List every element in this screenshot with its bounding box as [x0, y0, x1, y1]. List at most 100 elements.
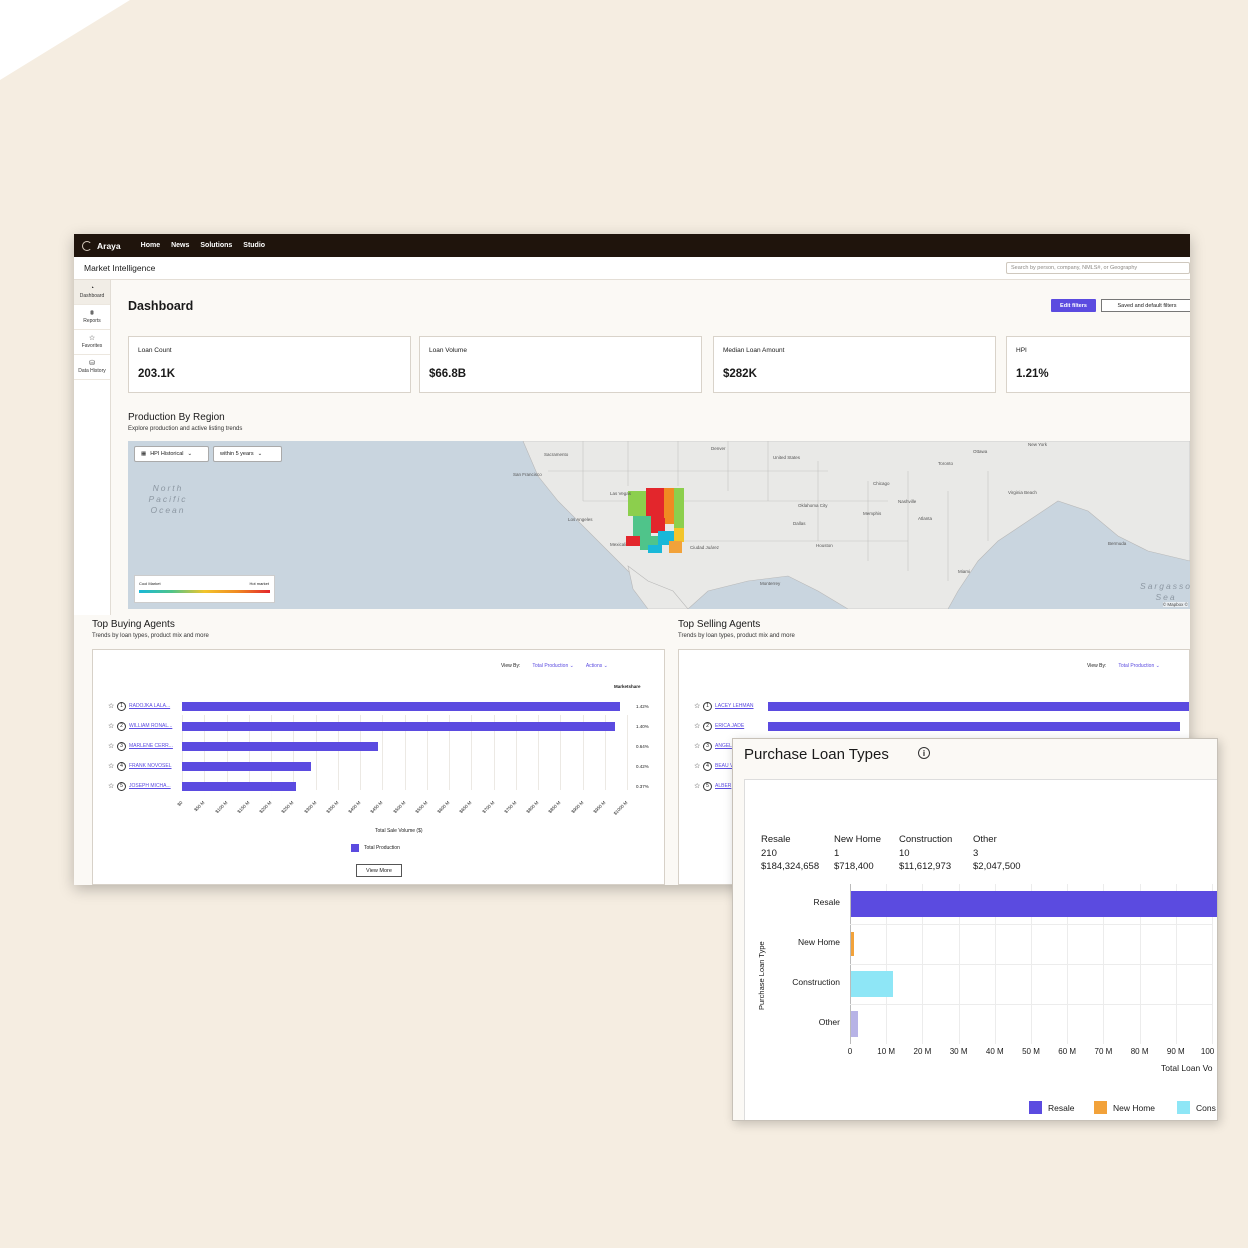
grid-line [627, 715, 628, 790]
favorite-star-icon[interactable]: ☆ [108, 722, 117, 730]
brand-logo[interactable]: Araya [82, 240, 121, 251]
loan-type-bar[interactable] [851, 971, 894, 997]
nav-solutions[interactable]: Solutions [200, 242, 232, 249]
purchase-loan-chart: Purchase Loan Type Total Loan Vo Resale 2… [744, 779, 1217, 1120]
rank-badge: 2 [117, 721, 126, 731]
x-tick-label: $100 M [213, 800, 229, 815]
map-label: San Francisco [513, 472, 542, 477]
map-label: Los Angeles [568, 517, 593, 522]
page-title: Dashboard [128, 299, 194, 313]
agent-bar[interactable] [182, 762, 312, 771]
buying-agents-panel: View By: Total Production ⌄ Actions ⌄ Ma… [92, 649, 665, 885]
purchase-loan-types-card: Purchase Loan Types i Purchase Loan Type… [732, 738, 1218, 1121]
legend-swatch [1029, 1101, 1042, 1114]
agent-name-link[interactable]: MARLENE CERR... [129, 743, 181, 749]
x-tick-label: $900 M [569, 800, 585, 815]
map-label: New York [1028, 442, 1048, 447]
favorite-star-icon[interactable]: ☆ [694, 782, 703, 790]
nav-studio[interactable]: Studio [243, 242, 265, 249]
agent-bar[interactable] [182, 742, 379, 751]
rank-badge: 4 [703, 761, 712, 771]
chevron-down-icon: ⌄ [187, 451, 193, 457]
sidebar-item-dashboard[interactable]: ◔ Dashboard [74, 280, 110, 305]
view-by-label: View By: [501, 663, 521, 669]
actions-dropdown[interactable]: Actions ⌄ [586, 663, 608, 669]
map-label: Toronto [938, 461, 954, 466]
x-tick-label: $700 M [480, 800, 496, 815]
summary-column: Other 3 $2,047,500 [973, 833, 1021, 874]
sidebar-item-reports[interactable]: ⩩ Reports [74, 305, 110, 330]
agent-bar[interactable] [182, 782, 296, 791]
map-attribution[interactable]: © Mapbox © [1162, 602, 1188, 607]
summary-count: 1 [834, 847, 840, 859]
search-input[interactable]: Search by person, company, NMLS#, or Geo… [1006, 262, 1190, 274]
loan-type-bar[interactable] [851, 891, 1217, 917]
map-label: Ottawa [973, 449, 988, 454]
loan-type-bar[interactable] [851, 1011, 859, 1037]
buying-title: Top Buying Agents [92, 619, 175, 630]
x-tick-label: $800 M [525, 800, 540, 815]
loan-type-bar[interactable] [851, 932, 854, 956]
agent-bar[interactable] [182, 702, 621, 711]
view-by-dropdown[interactable]: Total Production ⌄ [532, 663, 573, 669]
summary-volume: $718,400 [834, 861, 874, 872]
legend-item[interactable]: Resale [1029, 1101, 1074, 1114]
favorite-star-icon[interactable]: ☆ [694, 722, 703, 730]
summary-volume: $2,047,500 [973, 861, 1021, 872]
x-tick-label: 60 M [1058, 1047, 1077, 1056]
map-label: Dallas [793, 521, 806, 526]
agent-name-link[interactable]: JOSEPH MICHA... [129, 783, 181, 789]
favorite-star-icon[interactable]: ☆ [694, 762, 703, 770]
legend-high-label: Hot market [249, 581, 269, 586]
view-more-button[interactable]: View More [356, 864, 402, 877]
kpi-loan-count: Loan Count 203.1K [128, 336, 411, 393]
x-axis-label: Total Loan Vo [1161, 1063, 1213, 1073]
araya-logo-icon [82, 240, 92, 251]
edit-filters-button[interactable]: Edit filters [1051, 299, 1096, 312]
x-tick-label: $750 M [503, 800, 518, 815]
agent-bar[interactable] [182, 722, 615, 731]
kpi-label: HPI [1016, 347, 1027, 354]
agent-name-link[interactable]: RADOJKA LALA... [129, 703, 181, 709]
summary-count: 210 [761, 847, 777, 859]
favorite-star-icon[interactable]: ☆ [108, 762, 117, 770]
region-map[interactable]: ▦ HPI Historical ⌄ within 5 years ⌄ Nort… [128, 441, 1190, 609]
legend-item[interactable]: Cons [1177, 1101, 1216, 1114]
info-icon[interactable]: i [918, 747, 930, 759]
favorite-star-icon[interactable]: ☆ [108, 742, 117, 750]
time-range-dropdown[interactable]: within 5 years ⌄ [213, 446, 282, 462]
agent-bar[interactable] [768, 702, 1189, 711]
rank-badge: 4 [117, 761, 126, 771]
map-icon: ▦ [141, 451, 147, 457]
sidebar-item-favorites[interactable]: ☆ Favorites [74, 330, 110, 355]
agent-name-link[interactable]: FRANK NOVOSEL [129, 763, 181, 769]
x-tick-label: 100 M [1200, 1047, 1217, 1056]
x-tick-label: 0 [847, 1047, 853, 1056]
map-label: Denver [711, 446, 726, 451]
favorite-star-icon[interactable]: ☆ [694, 742, 703, 750]
hpi-metric-dropdown[interactable]: ▦ HPI Historical ⌄ [134, 446, 209, 462]
agent-name-link[interactable]: LACEY LEHMAN [715, 703, 767, 709]
legend-item[interactable]: New Home [1094, 1101, 1155, 1114]
summary-name: Construction [899, 834, 953, 845]
nav-home[interactable]: Home [141, 242, 160, 249]
agent-bar[interactable] [768, 722, 1180, 731]
region-subtitle: Explore production and active listing tr… [128, 426, 243, 432]
view-by-dropdown[interactable]: Total Production ⌄ [1118, 663, 1159, 669]
summary-volume: $184,324,658 [761, 861, 820, 872]
agent-name-link[interactable]: WILLIAM RONAL... [129, 723, 181, 729]
saved-filters-button[interactable]: Saved and default filters [1101, 299, 1190, 312]
map-label: Chicago [873, 481, 890, 486]
x-tick-label: $950 M [592, 800, 607, 815]
favorite-star-icon[interactable]: ☆ [108, 782, 117, 790]
agent-name-link[interactable]: ERICA JADE [715, 723, 767, 729]
nav-news[interactable]: News [171, 242, 189, 249]
sidebar-item-data-history[interactable]: ⛁ Data History [74, 355, 110, 380]
map-svg [522, 441, 1190, 609]
favorite-star-icon[interactable]: ☆ [694, 702, 703, 710]
land-shape [522, 441, 1190, 609]
buying-subtitle: Trends by loan types, product mix and mo… [92, 633, 209, 639]
map-label: Monterrey [760, 581, 781, 586]
favorite-star-icon[interactable]: ☆ [108, 702, 117, 710]
x-tick-label: $600 M [436, 800, 451, 815]
